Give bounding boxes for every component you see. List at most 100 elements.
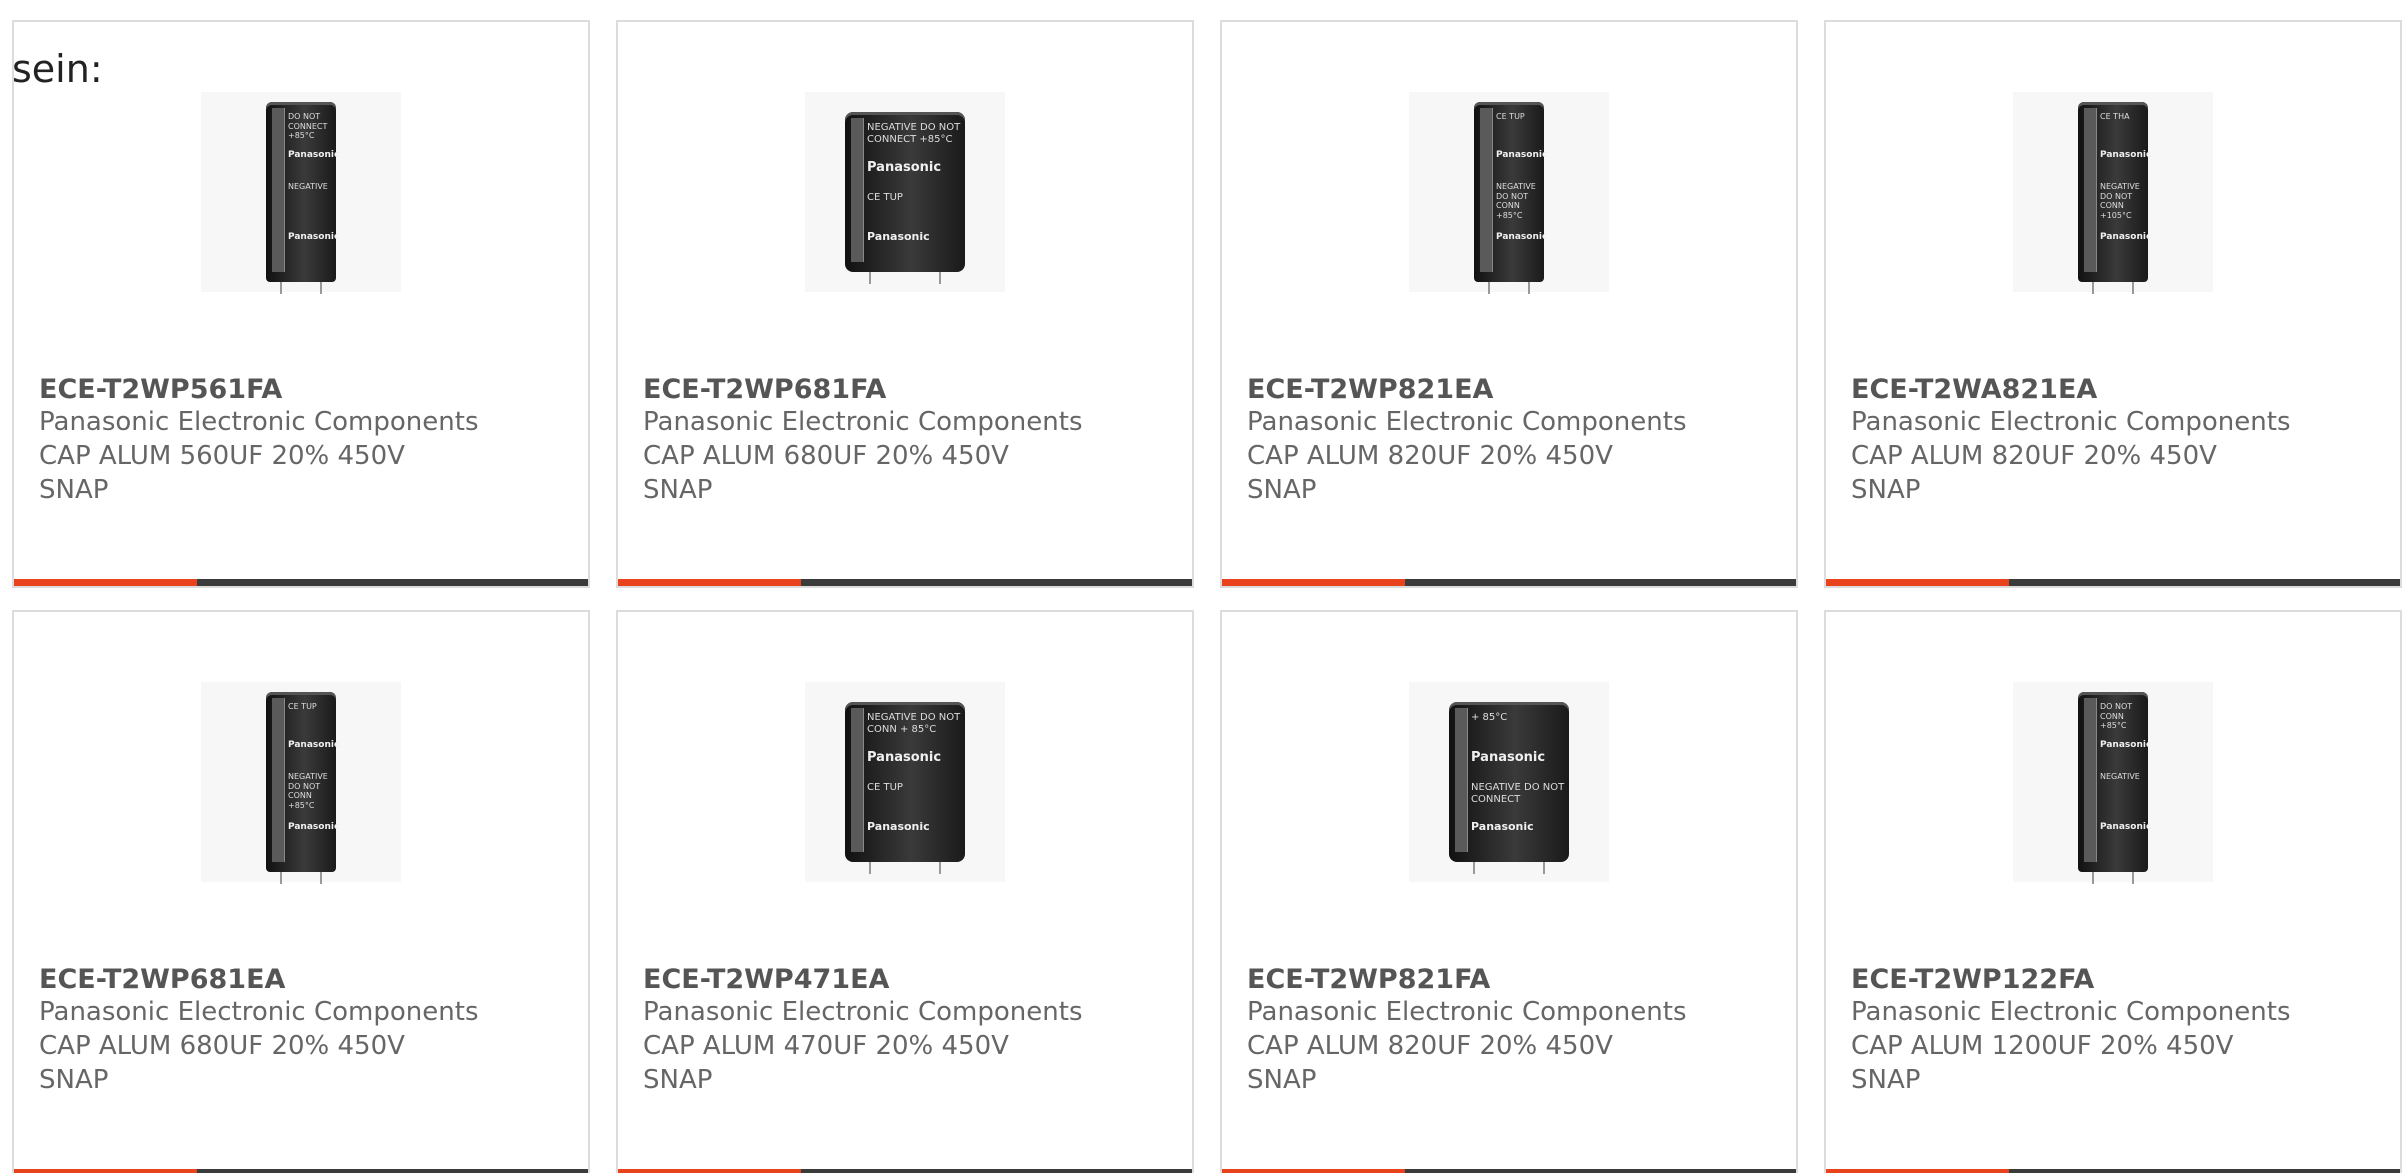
card-accent-bar	[1826, 1169, 2009, 1173]
manufacturer-name: Panasonic Electronic Components	[39, 407, 479, 437]
card-accent-bar	[1222, 1169, 1405, 1173]
card-accent-bar	[618, 1169, 801, 1173]
part-number-link[interactable]: ECE-T2WP821FA	[1247, 964, 1490, 995]
capacitor-text-b: NEGATIVE DO NOT CONN +85°C	[1496, 182, 1536, 220]
polarity-stripe	[2084, 698, 2097, 862]
capacitor-text-a: CE TUP	[1496, 112, 1525, 121]
capacitor-brand-lower: Panasonic	[2100, 232, 2152, 242]
description-line: SNAP	[1247, 1065, 1317, 1095]
product-image[interactable]: CE TUP Panasonic NEGATIVE DO NOT CONN +8…	[1409, 92, 1609, 294]
polarity-stripe	[2084, 108, 2097, 272]
capacitor-leads	[869, 862, 941, 874]
product-card[interactable]: DO NOT CONNECT +85°C Panasonic NEGATIVE …	[12, 20, 590, 588]
description-line: CAP ALUM 1200UF 20% 450V	[1851, 1031, 2234, 1061]
description-line: SNAP	[643, 475, 713, 505]
capacitor-text-a: DO NOT CONNECT +85°C	[288, 112, 328, 141]
product-card[interactable]: CE TUP Panasonic NEGATIVE DO NOT CONN +8…	[1220, 20, 1798, 588]
capacitor-text-a: CE THA	[2100, 112, 2130, 121]
product-image[interactable]: DO NOT CONN +85°C Panasonic NEGATIVE Pan…	[2013, 682, 2213, 884]
product-image[interactable]: DO NOT CONNECT +85°C Panasonic NEGATIVE …	[201, 92, 401, 294]
capacitor-brand-lower: Panasonic	[288, 232, 340, 242]
capacitor-leads	[2092, 872, 2134, 884]
part-number-link[interactable]: ECE-T2WP471EA	[643, 964, 889, 995]
capacitor-leads	[869, 272, 941, 284]
capacitor-brand-lower: Panasonic	[1471, 820, 1534, 833]
card-accent-bar	[1826, 579, 2009, 586]
capacitor-illustration: CE TUP Panasonic NEGATIVE DO NOT CONN +8…	[1474, 102, 1548, 294]
manufacturer-name: Panasonic Electronic Components	[1247, 407, 1687, 437]
card-footer-bar	[618, 579, 1192, 586]
capacitor-leads	[1488, 282, 1530, 294]
intro-text: sein:	[12, 47, 103, 91]
capacitor-brand-lower: Panasonic	[867, 230, 930, 243]
capacitor-brand: Panasonic	[1496, 150, 1548, 160]
description-line: SNAP	[1851, 1065, 1921, 1095]
product-card[interactable]: CE TUP Panasonic NEGATIVE DO NOT CONN +8…	[12, 610, 590, 1173]
part-number-link[interactable]: ECE-T2WP681FA	[643, 374, 886, 405]
product-card[interactable]: NEGATIVE DO NOT CONN + 85°C Panasonic CE…	[616, 610, 1194, 1173]
part-number-link[interactable]: ECE-T2WP122FA	[1851, 964, 2094, 995]
manufacturer-name: Panasonic Electronic Components	[643, 407, 1083, 437]
capacitor-leads	[2092, 282, 2134, 294]
description-line: CAP ALUM 560UF 20% 450V	[39, 441, 405, 471]
card-accent-bar	[618, 579, 801, 586]
description-line: SNAP	[1851, 475, 1921, 505]
capacitor-text-b: NEGATIVE DO NOT CONN +105°C	[2100, 182, 2140, 220]
capacitor-illustration: NEGATIVE DO NOT CONNECT +85°C Panasonic …	[845, 112, 965, 284]
capacitor-brand: Panasonic	[2100, 740, 2152, 750]
capacitor-text-b: NEGATIVE	[2100, 772, 2140, 781]
capacitor-leads	[280, 872, 322, 884]
card-accent-bar	[1222, 579, 1405, 586]
capacitor-brand: Panasonic	[2100, 150, 2152, 160]
product-image[interactable]: CE TUP Panasonic NEGATIVE DO NOT CONN +8…	[201, 682, 401, 884]
capacitor-leads	[280, 282, 322, 294]
part-number-link[interactable]: ECE-T2WP561FA	[39, 374, 282, 405]
description-line: SNAP	[1247, 475, 1317, 505]
polarity-stripe	[1480, 108, 1493, 272]
product-card[interactable]: + 85°C Panasonic NEGATIVE DO NOT CONNECT…	[1220, 610, 1798, 1173]
capacitor-brand-lower: Panasonic	[867, 820, 930, 833]
polarity-stripe	[851, 708, 864, 852]
manufacturer-name: Panasonic Electronic Components	[643, 997, 1083, 1027]
card-accent-bar	[14, 579, 197, 586]
capacitor-text-a: NEGATIVE DO NOT CONN + 85°C	[867, 712, 961, 735]
part-number-link[interactable]: ECE-T2WP821EA	[1247, 374, 1493, 405]
product-image[interactable]: NEGATIVE DO NOT CONNECT +85°C Panasonic …	[805, 92, 1005, 292]
card-footer-bar	[1826, 1169, 2400, 1173]
capacitor-text-a: + 85°C	[1471, 712, 1508, 723]
capacitor-brand: Panasonic	[867, 160, 942, 175]
manufacturer-name: Panasonic Electronic Components	[1247, 997, 1687, 1027]
capacitor-text-a: DO NOT CONN +85°C	[2100, 702, 2133, 731]
product-card[interactable]: CE THA Panasonic NEGATIVE DO NOT CONN +1…	[1824, 20, 2402, 588]
product-card[interactable]: DO NOT CONN +85°C Panasonic NEGATIVE Pan…	[1824, 610, 2402, 1173]
capacitor-brand: Panasonic	[1471, 750, 1546, 765]
product-image[interactable]: NEGATIVE DO NOT CONN + 85°C Panasonic CE…	[805, 682, 1005, 882]
capacitor-brand-lower: Panasonic	[1496, 232, 1548, 242]
card-footer-bar	[14, 1169, 588, 1173]
capacitor-text-b: CE TUP	[867, 192, 903, 203]
capacitor-text-b: NEGATIVE DO NOT CONN +85°C	[288, 772, 328, 810]
product-image[interactable]: + 85°C Panasonic NEGATIVE DO NOT CONNECT…	[1409, 682, 1609, 882]
manufacturer-name: Panasonic Electronic Components	[1851, 407, 2291, 437]
part-number-link[interactable]: ECE-T2WA821EA	[1851, 374, 2097, 405]
description-line: CAP ALUM 470UF 20% 450V	[643, 1031, 1009, 1061]
polarity-stripe	[272, 108, 285, 272]
capacitor-brand: Panasonic	[867, 750, 942, 765]
description-line: CAP ALUM 820UF 20% 450V	[1247, 441, 1613, 471]
capacitor-illustration: CE TUP Panasonic NEGATIVE DO NOT CONN +8…	[266, 692, 339, 884]
description-line: CAP ALUM 680UF 20% 450V	[39, 1031, 405, 1061]
polarity-stripe	[851, 118, 864, 262]
polarity-stripe	[272, 698, 285, 862]
capacitor-brand: Panasonic	[288, 150, 340, 160]
capacitor-illustration: NEGATIVE DO NOT CONN + 85°C Panasonic CE…	[845, 702, 965, 874]
card-footer-bar	[1222, 1169, 1796, 1173]
card-footer-bar	[1222, 579, 1796, 586]
capacitor-text-b: NEGATIVE	[288, 182, 328, 191]
product-card[interactable]: NEGATIVE DO NOT CONNECT +85°C Panasonic …	[616, 20, 1194, 588]
capacitor-illustration: CE THA Panasonic NEGATIVE DO NOT CONN +1…	[2078, 102, 2152, 294]
part-number-link[interactable]: ECE-T2WP681EA	[39, 964, 285, 995]
capacitor-leads	[1473, 862, 1545, 874]
manufacturer-name: Panasonic Electronic Components	[1851, 997, 2291, 1027]
description-line: CAP ALUM 820UF 20% 450V	[1247, 1031, 1613, 1061]
product-image[interactable]: CE THA Panasonic NEGATIVE DO NOT CONN +1…	[2013, 92, 2213, 294]
